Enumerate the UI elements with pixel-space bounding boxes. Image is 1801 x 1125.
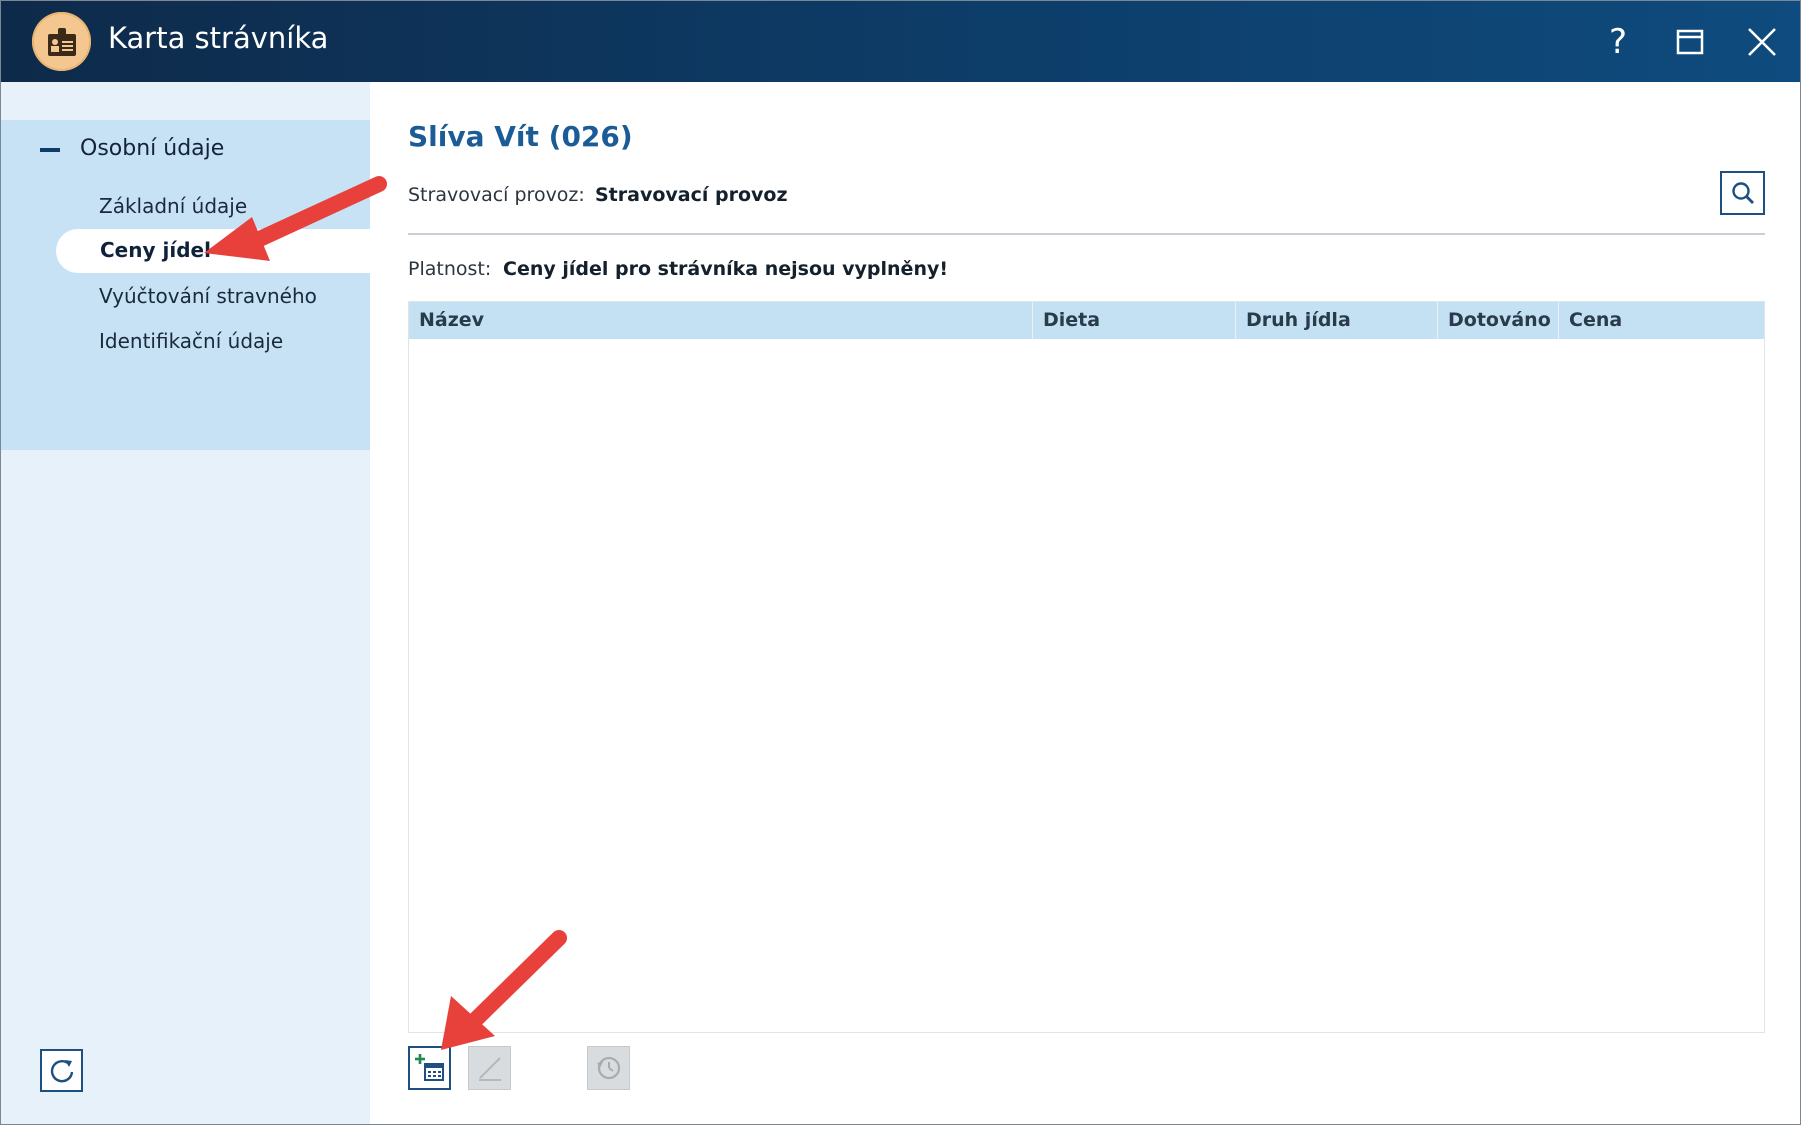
history-button[interactable] [587, 1046, 630, 1090]
annotation-arrow-sidebar [204, 176, 387, 261]
search-icon [1731, 182, 1754, 204]
column-header-dotovano[interactable]: Dotováno [1438, 302, 1559, 339]
sidebar-group-label: Osobní údaje [80, 136, 225, 161]
refresh-icon [50, 1059, 73, 1082]
divider [408, 233, 1765, 235]
close-icon [1748, 28, 1776, 56]
column-header-dieta[interactable]: Dieta [1033, 302, 1236, 339]
sidebar-item-label: Ceny jídel [100, 238, 211, 262]
sidebar-item-identifikacni-udaje[interactable]: Identifikační údaje [99, 329, 283, 353]
prices-table[interactable]: Název Dieta Druh jídla Dotováno Cena [408, 301, 1765, 1033]
person-card-icon [32, 12, 91, 71]
column-header-druh-jidla[interactable]: Druh jídla [1236, 302, 1438, 339]
sidebar-item-vyuctovani-stravneho[interactable]: Vyúčtování stravného [99, 284, 317, 308]
window-title: Karta strávníka [108, 21, 329, 55]
add-calendar-icon [414, 1054, 444, 1081]
sidebar-group-osobni-udaje: Osobní údaje Základní údaje Ceny jídel V… [1, 120, 370, 450]
app-window: Karta strávníka ? Osobní údaje Základní … [0, 0, 1801, 1125]
annotation-arrow-add-button [441, 930, 567, 1050]
page-title: Slíva Vít (026) [408, 120, 633, 153]
close-button[interactable] [1735, 15, 1789, 69]
maximize-button[interactable] [1663, 15, 1717, 69]
main-panel: Slíva Vít (026) Stravovací provoz: Strav… [370, 82, 1800, 1124]
platnost-value: Ceny jídel pro strávníka nejsou vyplněny… [503, 258, 949, 280]
help-button[interactable]: ? [1591, 15, 1645, 69]
history-clock-icon [596, 1056, 620, 1080]
search-button[interactable] [1720, 171, 1765, 215]
pencil-icon [478, 1057, 501, 1081]
collapse-minus-icon[interactable] [40, 148, 60, 152]
provoz-value: Stravovací provoz [595, 184, 788, 206]
column-header-cena[interactable]: Cena [1559, 302, 1764, 339]
platnost-label: Platnost: [408, 258, 492, 280]
help-icon: ? [1608, 22, 1628, 62]
table-header: Název Dieta Druh jídla Dotováno Cena [409, 302, 1764, 339]
refresh-button[interactable] [40, 1049, 83, 1092]
title-bar: Karta strávníka ? [1, 1, 1800, 82]
maximize-icon [1676, 29, 1704, 55]
provoz-label: Stravovací provoz: [408, 184, 585, 206]
column-header-nazev[interactable]: Název [409, 302, 1033, 339]
